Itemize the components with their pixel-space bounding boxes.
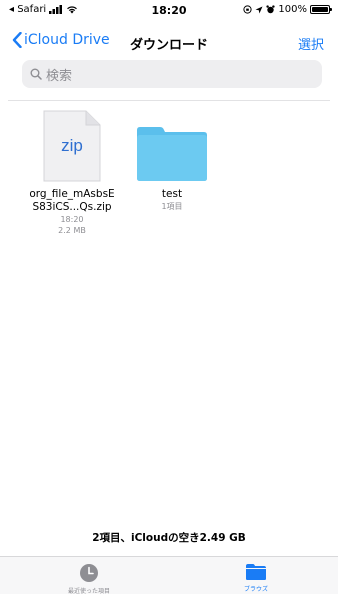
divider <box>8 100 330 101</box>
folder-tab-icon <box>246 564 266 580</box>
navigation-bar: iCloud Drive ダウンロード 選択 <box>0 28 338 56</box>
select-button[interactable]: 選択 <box>298 34 324 53</box>
tab-recent-label: 最近使った項目 <box>67 588 110 594</box>
file-name-line2: S83iCS...Qs.zip <box>32 201 112 213</box>
storage-summary: 2項目、iCloudの空き2.49 GB <box>92 532 246 544</box>
folder-name: test <box>161 188 183 200</box>
search-placeholder: 検索 <box>46 68 73 84</box>
tab-recent[interactable]: 最近使った項目 <box>29 563 149 594</box>
location-icon <box>255 6 263 13</box>
file-size: 2.2 MB <box>58 226 86 235</box>
search-input[interactable]: 検索 <box>22 60 322 88</box>
file-name-line1: org_file_mAsbsE <box>29 188 115 200</box>
page-title: ダウンロード <box>129 38 208 53</box>
status-right: 100% <box>243 4 332 15</box>
status-bar: ◂ Safari 18:20 100% <box>0 0 338 20</box>
file-item-zip[interactable]: zip org_file_mAsbsE S83iCS...Qs.zip 18:2… <box>22 110 122 236</box>
zip-file-icon: zip <box>43 110 101 182</box>
folder-item-test[interactable]: test 1項目 <box>122 110 222 212</box>
alarm-icon <box>266 5 276 14</box>
zip-icon-label: zip <box>61 136 83 155</box>
tab-browse[interactable]: ブラウズ <box>196 563 316 593</box>
folder-count: 1項目 <box>161 202 183 211</box>
orientation-lock-icon <box>243 5 253 14</box>
clock-icon <box>80 564 98 582</box>
search-icon <box>30 68 42 80</box>
file-name: org_file_mAsbsE S83iCS...Qs.zip <box>22 188 122 214</box>
tab-browse-label: ブラウズ <box>243 586 268 593</box>
file-time: 18:20 <box>60 215 84 224</box>
tab-bar: 最近使った項目 ブラウズ <box>0 556 338 594</box>
folder-icon <box>134 110 210 182</box>
battery-icon <box>310 5 332 14</box>
battery-percent: 100% <box>278 4 307 15</box>
